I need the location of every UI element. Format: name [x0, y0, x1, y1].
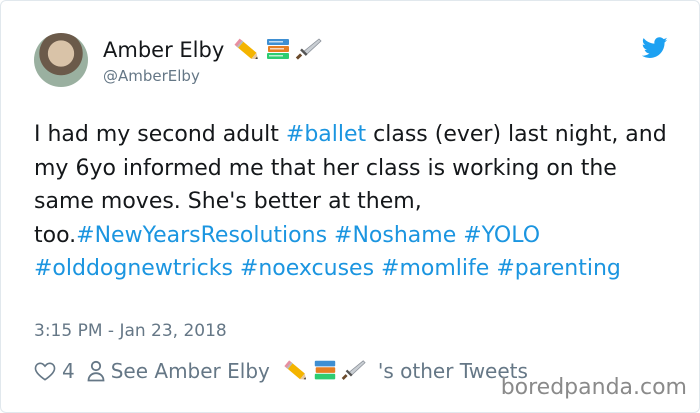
watermark: boredpanda.com — [500, 375, 687, 400]
see-other-tweets-link[interactable]: See Amber Elby 's other Tweets — [87, 358, 528, 384]
tweet-timestamp[interactable]: 3:15 PM - Jan 23, 2018 — [34, 321, 227, 341]
tweet-text: I had my second adult #ballet class (eve… — [34, 118, 674, 286]
author-display-name[interactable]: Amber Elby — [103, 38, 224, 62]
hashtag-link[interactable]: #parenting — [496, 256, 621, 281]
person-icon — [87, 360, 105, 382]
tweet-text-segment: I had my second adult — [34, 122, 286, 147]
hashtag-link[interactable]: #noexcuses — [240, 256, 374, 281]
tweet-text-segment — [233, 256, 240, 281]
hashtag-link[interactable]: #ballet — [286, 122, 366, 147]
see-name-emojis — [282, 358, 366, 384]
books-icon — [314, 360, 336, 380]
tweet-card: Amber Elby @AmberElby I had my second ad… — [0, 0, 700, 413]
hashtag-link[interactable]: #NewYearsResolutions — [76, 223, 327, 248]
hashtag-link[interactable]: #momlife — [381, 256, 489, 281]
author-name-row[interactable]: Amber Elby — [103, 36, 322, 64]
dagger-icon — [341, 360, 366, 380]
name-emojis — [232, 36, 322, 64]
tweet-text-segment — [327, 223, 334, 248]
books-icon — [267, 39, 290, 59]
hashtag-link[interactable]: #Noshame — [334, 223, 456, 248]
tweet-text-segment — [374, 256, 381, 281]
avatar[interactable] — [34, 33, 88, 87]
heart-icon — [34, 362, 56, 381]
like-count: 4 — [62, 359, 75, 383]
hashtag-link[interactable]: #olddognewtricks — [34, 256, 233, 281]
tweet-actions: 4 See Amber Elby 's other Tweets — [34, 354, 528, 388]
pencil-icon — [284, 360, 306, 380]
hashtag-link[interactable]: #YOLO — [463, 223, 540, 248]
pencil-icon — [234, 38, 258, 59]
twitter-bird-icon[interactable] — [642, 37, 668, 59]
like-button[interactable]: 4 — [34, 359, 75, 383]
author-handle[interactable]: @AmberElby — [103, 67, 200, 85]
dagger-icon — [296, 38, 322, 60]
see-prefix: See Amber Elby — [110, 359, 270, 383]
